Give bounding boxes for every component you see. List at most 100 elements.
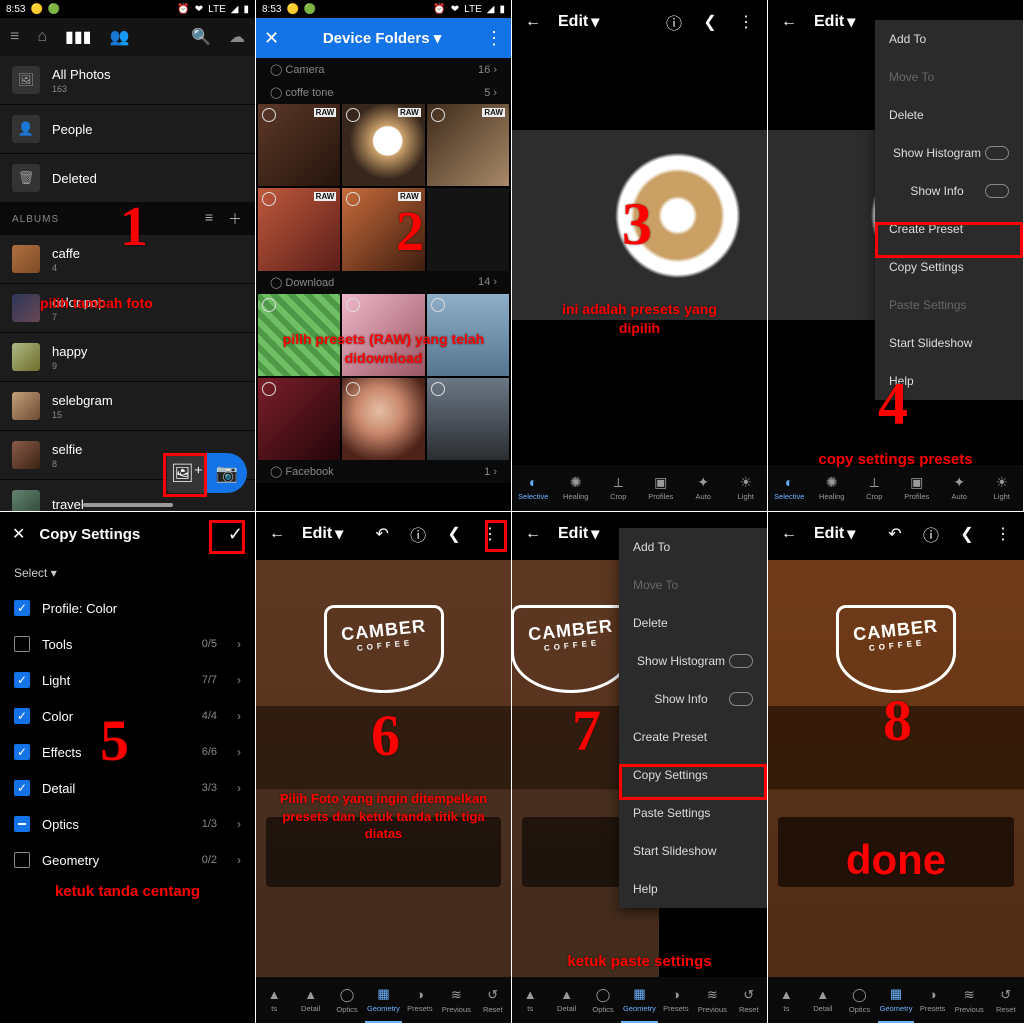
thumb[interactable]: RAW [342, 104, 424, 186]
tool-crop[interactable]: ⟂Crop [597, 465, 640, 511]
more-icon[interactable]: ⋮ [992, 524, 1014, 544]
cloud-icon[interactable]: ☁︎ [229, 27, 245, 47]
menu-create-preset[interactable]: Create Preset [619, 718, 767, 756]
tool-detail[interactable]: ▲Detail [292, 977, 328, 1023]
album-caffe[interactable]: caffe4 [0, 235, 255, 284]
search-icon[interactable]: 🔍 [191, 27, 211, 47]
tool-selective[interactable]: ◐Selective [768, 465, 811, 511]
tool-reset[interactable]: ↺Reset [731, 977, 767, 1023]
tool-crop[interactable]: ⟂Crop [853, 465, 896, 511]
add-album-icon[interactable]: ＋ [228, 209, 243, 229]
all-photos-row[interactable]: 🖼 All Photos163 [0, 56, 255, 105]
menu-show-info[interactable]: Show Info [875, 172, 1023, 210]
deleted-row[interactable]: 🗑 Deleted [0, 154, 255, 203]
people-icon[interactable]: 👥 [109, 27, 129, 47]
menu-help[interactable]: Help [875, 362, 1023, 400]
menu-delete[interactable]: Delete [875, 96, 1023, 134]
tool-presets[interactable]: ◑Presets [402, 977, 438, 1023]
preset-preview-image[interactable] [512, 130, 767, 320]
select-dropdown[interactable]: Select ▾ [0, 556, 255, 590]
back-icon[interactable]: ← [778, 13, 800, 31]
info-icon[interactable]: ⓘ [920, 522, 942, 546]
thumb[interactable]: RAW [258, 104, 340, 186]
opt-geometry[interactable]: Geometry0/2› [0, 842, 255, 878]
menu-start-slideshow[interactable]: Start Slideshow [619, 832, 767, 870]
folder-camera[interactable]: ◯ Camera16 › [256, 58, 511, 81]
menu-add-to[interactable]: Add To [619, 528, 767, 566]
tool-light[interactable]: ☀Light [981, 465, 1024, 511]
home-icon[interactable]: ⌂ [37, 28, 47, 46]
back-icon[interactable]: ← [522, 13, 544, 31]
more-icon[interactable]: ⋮ [479, 524, 501, 544]
confirm-check-icon[interactable]: ✓ [228, 524, 243, 545]
tool-previous[interactable]: ≋Previous [951, 977, 988, 1023]
thumb[interactable] [427, 294, 509, 376]
tool-ts[interactable]: ▲ts [768, 977, 805, 1023]
menu-add-to[interactable]: Add To [875, 20, 1023, 58]
undo-icon[interactable]: ↶ [884, 524, 906, 544]
tool-previous[interactable]: ≋Previous [438, 977, 474, 1023]
menu-icon[interactable]: ≡ [10, 28, 19, 46]
tool-ts[interactable]: ▲ts [512, 977, 548, 1023]
tool-presets[interactable]: ◑Presets [914, 977, 951, 1023]
folder-facebook[interactable]: ◯ Facebook1 › [256, 460, 511, 483]
tool-healing[interactable]: ✺Healing [811, 465, 854, 511]
tool-detail[interactable]: ▲Detail [805, 977, 842, 1023]
info-icon[interactable]: ⓘ [663, 10, 685, 34]
tool-optics[interactable]: ◯Optics [585, 977, 621, 1023]
target-photo[interactable]: CAMBERCOFFEE [256, 560, 511, 977]
tool-reset[interactable]: ↺Reset [987, 977, 1024, 1023]
sort-icon[interactable]: ≡ [205, 209, 214, 229]
device-folders-title[interactable]: Device Folders ▾ [279, 29, 485, 47]
thumb[interactable] [342, 378, 424, 460]
menu-start-slideshow[interactable]: Start Slideshow [875, 324, 1023, 362]
menu-show-info[interactable]: Show Info [619, 680, 767, 718]
opt-light[interactable]: ✓Light7/7› [0, 662, 255, 698]
close-icon[interactable]: ✕ [12, 524, 25, 544]
edit-dropdown[interactable]: Edit ▾ [558, 524, 599, 544]
library-icon[interactable]: ▮▮▮ [65, 27, 91, 47]
undo-icon[interactable]: ↶ [371, 524, 393, 544]
folder-coffetone[interactable]: ◯ coffe tone5 › [256, 81, 511, 104]
tool-geometry[interactable]: ▦Geometry [365, 977, 401, 1023]
thumb[interactable] [342, 294, 424, 376]
menu-copy-settings[interactable]: Copy Settings [875, 248, 1023, 286]
folder-download[interactable]: ◯ Download14 › [256, 271, 511, 294]
menu-help[interactable]: Help [619, 870, 767, 908]
opt-color[interactable]: ✓Color4/4› [0, 698, 255, 734]
edit-dropdown[interactable]: Edit ▾ [814, 524, 855, 544]
menu-show-histogram[interactable]: Show Histogram [619, 642, 767, 680]
menu-show-histogram[interactable]: Show Histogram [875, 134, 1023, 172]
thumb[interactable] [258, 294, 340, 376]
tool-selective[interactable]: ◐Selective [512, 465, 555, 511]
back-icon[interactable]: ← [266, 525, 288, 543]
share-icon[interactable]: ❮ [699, 12, 721, 32]
tool-reset[interactable]: ↺Reset [475, 977, 511, 1023]
thumb[interactable]: RAW [258, 188, 340, 270]
album-colorpop[interactable]: color pop7 [0, 284, 255, 333]
tool-healing[interactable]: ✺Healing [555, 465, 598, 511]
tool-light[interactable]: ☀Light [725, 465, 768, 511]
tool-geometry[interactable]: ▦Geometry [878, 977, 915, 1023]
album-selebgram[interactable]: selebgram15 [0, 382, 255, 431]
tool-auto[interactable]: ✦Auto [682, 465, 725, 511]
tool-profiles[interactable]: ▣Profiles [640, 465, 683, 511]
more-icon[interactable]: ⋮ [485, 28, 503, 49]
menu-copy-settings[interactable]: Copy Settings [619, 756, 767, 794]
close-icon[interactable]: ✕ [264, 28, 279, 49]
opt-detail[interactable]: ✓Detail3/3› [0, 770, 255, 806]
menu-paste-settings[interactable]: Paste Settings [619, 794, 767, 832]
thumb[interactable] [427, 378, 509, 460]
opt-optics[interactable]: Optics1/3› [0, 806, 255, 842]
add-photo-fab[interactable]: 🖼⁺ [167, 453, 207, 493]
result-photo[interactable]: CAMBERCOFFEE [768, 560, 1024, 977]
tool-detail[interactable]: ▲Detail [548, 977, 584, 1023]
tool-profiles[interactable]: ▣Profiles [896, 465, 939, 511]
thumb[interactable]: RAW [342, 188, 424, 270]
tool-optics[interactable]: ◯Optics [841, 977, 878, 1023]
opt-tools[interactable]: Tools0/5› [0, 626, 255, 662]
tool-auto[interactable]: ✦Auto [938, 465, 981, 511]
share-icon[interactable]: ❮ [443, 524, 465, 544]
info-icon[interactable]: ⓘ [407, 522, 429, 546]
tool-presets[interactable]: ◑Presets [658, 977, 694, 1023]
